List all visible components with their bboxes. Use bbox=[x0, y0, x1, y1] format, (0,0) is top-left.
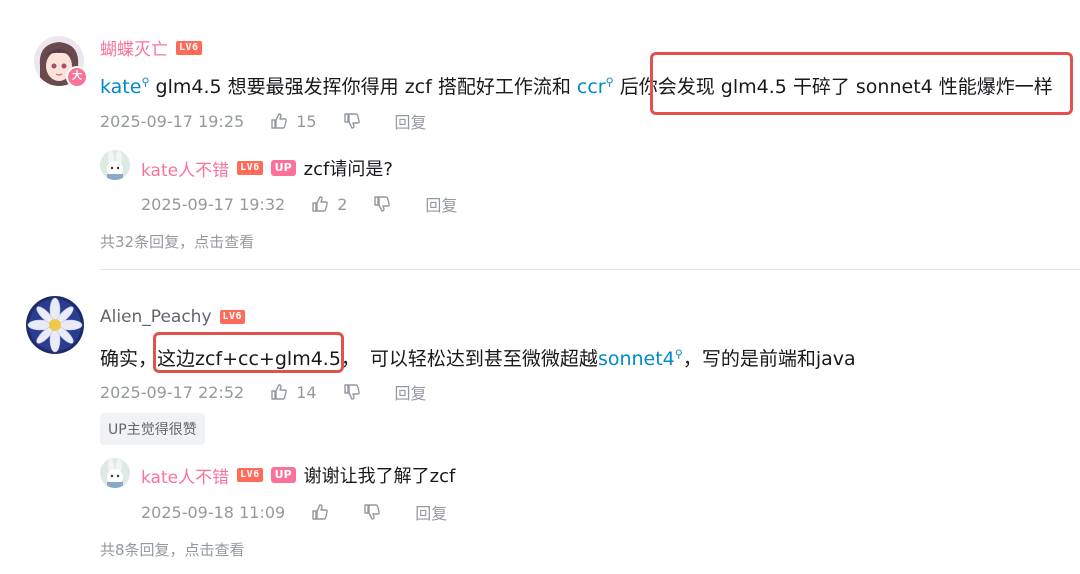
comment-text: ，写的是前端和java bbox=[682, 348, 856, 370]
like-button[interactable]: 14 bbox=[270, 382, 317, 402]
username[interactable]: Alien_Peachy bbox=[100, 307, 212, 327]
like-count: 15 bbox=[296, 111, 317, 131]
comment-meta: 2025-09-17 22:52 14 回复 bbox=[100, 380, 427, 404]
avatar[interactable] bbox=[100, 458, 130, 488]
reply-button[interactable]: 回复 bbox=[415, 500, 447, 524]
comment-meta: 2025-09-17 19:25 15 回复 bbox=[100, 109, 427, 133]
level-badge: LV6 bbox=[237, 468, 263, 482]
username[interactable]: 蝴蝶灭亡 bbox=[100, 35, 168, 60]
rabbit-avatar-icon bbox=[100, 150, 130, 180]
highlight-box bbox=[153, 332, 344, 373]
thumbs-up-icon bbox=[271, 113, 288, 129]
dislike-button[interactable] bbox=[343, 112, 369, 130]
timestamp: 2025-09-17 22:52 bbox=[100, 382, 245, 402]
divider bbox=[100, 269, 1080, 270]
up-badge: UP bbox=[270, 467, 296, 483]
timestamp: 2025-09-18 11:09 bbox=[141, 502, 286, 522]
like-button[interactable]: 2 bbox=[311, 195, 347, 214]
mention-link[interactable]: sonnet4 bbox=[598, 348, 675, 370]
comment-text: glm4.5 想要最强发挥你得用 zcf 搭配好工作流和 bbox=[149, 76, 577, 98]
thumbs-down-icon bbox=[364, 504, 381, 520]
view-more-replies[interactable]: 共32条回复，点击查看 bbox=[100, 231, 254, 252]
reply-meta: 2025-09-17 19:32 2 回复 bbox=[141, 192, 457, 216]
highlight-box bbox=[650, 52, 1073, 115]
comment-text: 后 bbox=[613, 76, 639, 98]
view-more-replies[interactable]: 共8条回复，点击查看 bbox=[100, 539, 245, 560]
reply-button[interactable]: 回复 bbox=[395, 109, 427, 133]
thumbs-down-icon bbox=[343, 384, 360, 400]
level-badge: LV6 bbox=[237, 161, 263, 175]
lotus-avatar-icon bbox=[26, 296, 84, 354]
like-count: 2 bbox=[337, 194, 348, 214]
rabbit-avatar-icon bbox=[100, 458, 130, 488]
thumbs-up-icon bbox=[271, 384, 288, 400]
vip-badge: 大 bbox=[66, 66, 88, 88]
username[interactable]: kate人不错 bbox=[141, 463, 229, 488]
reply-meta: 2025-09-18 11:09 回复 bbox=[141, 500, 447, 524]
comment-text: 确实， bbox=[100, 348, 158, 370]
comment-header: 蝴蝶灭亡 LV6 bbox=[100, 35, 202, 60]
reply-line: kate人不错 LV6 UP 谢谢让我了解了zcf bbox=[141, 462, 455, 488]
dislike-button[interactable] bbox=[343, 383, 369, 401]
like-button[interactable]: 15 bbox=[270, 111, 317, 131]
dislike-button[interactable] bbox=[373, 195, 399, 213]
mention-link[interactable]: ccr bbox=[577, 76, 606, 98]
thumbs-up-icon bbox=[312, 504, 329, 520]
search-icon: ⚲ bbox=[605, 75, 614, 89]
level-badge: LV6 bbox=[219, 310, 246, 324]
search-icon: ⚲ bbox=[141, 75, 150, 89]
like-count: 14 bbox=[296, 382, 317, 402]
up-badge: UP bbox=[270, 160, 296, 176]
level-badge: LV6 bbox=[176, 40, 202, 55]
thumbs-down-icon bbox=[343, 113, 360, 129]
username[interactable]: kate人不错 bbox=[141, 156, 229, 181]
thumbs-up-icon bbox=[312, 196, 329, 212]
timestamp: 2025-09-17 19:25 bbox=[100, 111, 245, 131]
reply-text: 谢谢让我了解了zcf bbox=[303, 466, 456, 487]
avatar[interactable] bbox=[26, 296, 84, 354]
avatar[interactable] bbox=[100, 150, 130, 180]
search-icon: ⚲ bbox=[674, 347, 683, 361]
reply-button[interactable]: 回复 bbox=[425, 192, 457, 216]
up-liked-tag: UP主觉得很赞 bbox=[100, 413, 205, 445]
timestamp: 2025-09-17 19:32 bbox=[141, 194, 286, 214]
thumbs-down-icon bbox=[374, 196, 391, 212]
reply-line: kate人不错 LV6 UP zcf请问是? bbox=[141, 155, 393, 181]
reply-text: zcf请问是? bbox=[303, 159, 393, 180]
comment-text: 可以轻松达到甚至微微超越 bbox=[369, 348, 598, 370]
mention-link[interactable]: kate bbox=[100, 76, 141, 98]
like-button[interactable] bbox=[311, 503, 337, 521]
comment-header: Alien_Peachy LV6 bbox=[100, 307, 246, 327]
reply-button[interactable]: 回复 bbox=[395, 380, 427, 404]
dislike-button[interactable] bbox=[363, 503, 389, 521]
